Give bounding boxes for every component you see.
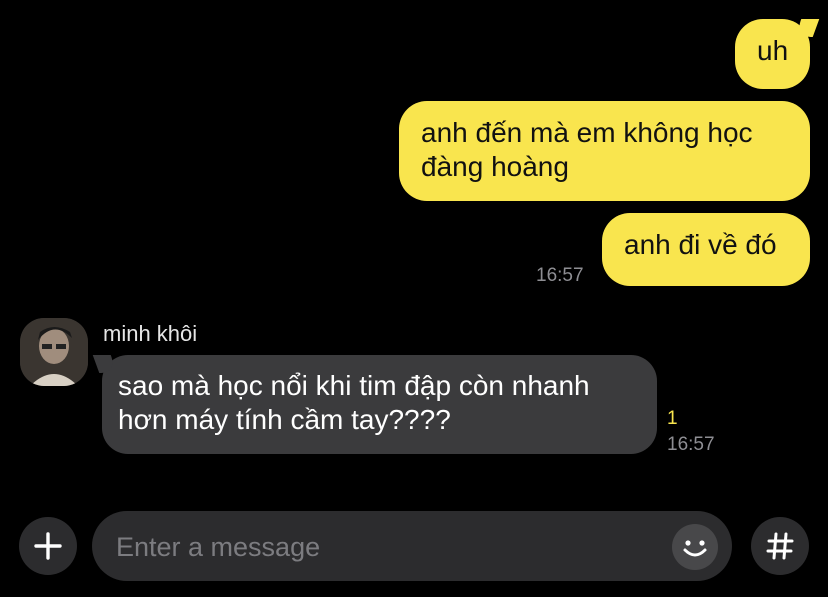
message-input-container[interactable] [92,511,732,583]
avatar-photo-icon [20,318,88,386]
message-text: sao mà học nổi khi tim đập còn nhanh hơn… [118,370,590,435]
hashtag-button[interactable] [751,517,809,575]
message-text: anh đến mà em không học đàng hoàng [421,117,753,182]
sender-name: minh khôi [103,321,198,346]
hashtag-icon [766,532,794,560]
emoji-button[interactable] [672,524,718,570]
message-input[interactable] [114,511,658,583]
outgoing-message-bubble[interactable]: anh đến mà em không học đàng hoàng [399,101,810,201]
message-timestamp: 16:57 [536,265,584,286]
message-timestamp: 16:57 [667,434,715,455]
message-text: anh đi về đó [624,229,777,260]
message-text: uh [757,35,789,66]
plus-icon [34,532,62,560]
unread-count: 1 [667,408,678,429]
add-button[interactable] [19,517,77,575]
outgoing-message-bubble[interactable]: anh đi về đó [602,213,810,286]
outgoing-message-bubble[interactable]: uh [735,19,810,89]
incoming-message-bubble[interactable]: sao mà học nổi khi tim đập còn nhanh hơn… [102,355,657,454]
avatar[interactable] [20,318,88,386]
emoji-icon [673,525,717,569]
